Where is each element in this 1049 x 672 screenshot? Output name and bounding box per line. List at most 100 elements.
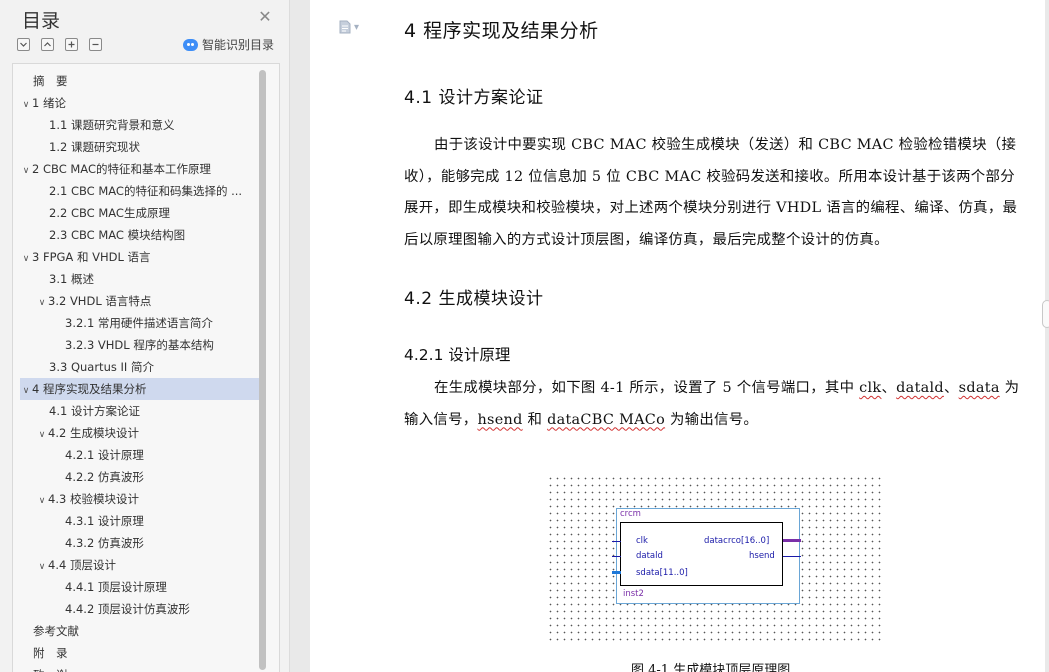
plus-icon bbox=[68, 41, 75, 48]
expand-all-button[interactable] bbox=[17, 38, 30, 51]
wire-clk bbox=[612, 541, 621, 542]
paragraph-menu-icon[interactable]: ▾ bbox=[339, 20, 359, 34]
toc-item[interactable]: 2.2 CBC MAC生成原理 bbox=[20, 202, 260, 224]
toc-item-label: 附 录 bbox=[33, 646, 68, 660]
text-run: 在生成模块部分，如下图 4-1 所示，设置了 5 个信号端口，其中 bbox=[434, 380, 860, 396]
toc-item[interactable]: ∨ 4.3 校验模块设计 bbox=[20, 488, 260, 510]
toc-item[interactable]: ∨ 1 绪论 bbox=[20, 92, 260, 114]
toc-item-label: 4.3.2 仿真波形 bbox=[65, 536, 144, 550]
toc-item[interactable]: 4.4.2 顶层设计仿真波形 bbox=[20, 598, 260, 620]
toc-item[interactable]: ∨ 3.2 VHDL 语言特点 bbox=[20, 290, 260, 312]
toc-item-label: 1.2 课题研究现状 bbox=[49, 140, 140, 154]
toc-item[interactable]: 4.3.2 仿真波形 bbox=[20, 532, 260, 554]
remove-heading-button[interactable] bbox=[89, 38, 102, 51]
spellcheck-word: clk bbox=[859, 380, 882, 396]
toc-item[interactable]: 致 谢 bbox=[20, 664, 260, 672]
toc-item[interactable]: 2.3 CBC MAC 模块结构图 bbox=[20, 224, 260, 246]
smart-toc-button[interactable]: 智能识别目录 bbox=[183, 36, 274, 53]
bus-sdata bbox=[612, 571, 621, 574]
app-window: 目录 ✕ 智能识别目录 摘 要 ∨ 1 绪论 1.1 课题研究背景和意义 1.2 课题研… bbox=[0, 0, 1049, 672]
toc-item-label: 4.4 顶层设计 bbox=[48, 558, 116, 572]
toc-item[interactable]: 3.1 概述 bbox=[20, 268, 260, 290]
text-run: 、 bbox=[943, 380, 959, 396]
toc-item[interactable]: 参考文献 bbox=[20, 620, 260, 642]
toc-item[interactable]: 附 录 bbox=[20, 642, 260, 664]
symbol-instance-label: crcm bbox=[620, 509, 641, 519]
toc-item[interactable]: 4.4.1 顶层设计原理 bbox=[20, 576, 260, 598]
section-heading-4-2: 4.2 生成模块设计 bbox=[404, 289, 544, 309]
toc-item[interactable]: 4.2.2 仿真波形 bbox=[20, 466, 260, 488]
toc-item[interactable]: 3.2.3 VHDL 程序的基本结构 bbox=[20, 334, 260, 356]
section-heading-4-1: 4.1 设计方案论证 bbox=[404, 88, 544, 108]
spellcheck-word: hsend bbox=[477, 411, 523, 428]
toc-item-label: 4.3 校验模块设计 bbox=[48, 492, 139, 506]
ai-assistant-icon bbox=[183, 38, 198, 51]
toc-item-label: 4.2 生成模块设计 bbox=[48, 426, 139, 440]
side-panel-handle[interactable] bbox=[1042, 300, 1049, 328]
chevron-up-icon bbox=[44, 42, 51, 47]
toc-item-label: 2.1 CBC MAC的特征和码集选择的 ... bbox=[49, 184, 243, 198]
toc-item[interactable]: 4.1 设计方案论证 bbox=[20, 400, 260, 422]
symbol-instance-name: inst2 bbox=[623, 589, 644, 599]
output-port-hsend: hsend bbox=[749, 551, 775, 561]
toc-scrollbar[interactable] bbox=[259, 70, 266, 670]
toc-item[interactable]: 摘 要 bbox=[20, 70, 260, 92]
chevron-down-icon[interactable]: ∨ bbox=[36, 556, 48, 576]
toc-item-label: 3.2.3 VHDL 程序的基本结构 bbox=[65, 338, 214, 352]
toc-item-label: 4 程序实现及结果分析 bbox=[32, 382, 147, 396]
toc-item-label: 2.2 CBC MAC生成原理 bbox=[49, 206, 170, 220]
toc-item[interactable]: ∨ 2 CBC MAC的特征和基本工作原理 bbox=[20, 158, 260, 180]
input-port-datald: datald bbox=[636, 551, 663, 561]
toc-item[interactable]: ∨ 4.4 顶层设计 bbox=[20, 554, 260, 576]
toc-item[interactable]: ∨ 4.2 生成模块设计 bbox=[20, 422, 260, 444]
toc-item-label: 3.3 Quartus II 简介 bbox=[49, 360, 154, 374]
toc-item[interactable]: 4.2.1 设计原理 bbox=[20, 444, 260, 466]
toc-toolbar bbox=[17, 38, 102, 52]
chevron-down-icon[interactable]: ∨ bbox=[36, 292, 48, 312]
chevron-down-icon[interactable]: ∨ bbox=[20, 160, 32, 180]
toc-item-label: 参考文献 bbox=[33, 624, 79, 638]
output-port-datacrco: datacrco[16..0] bbox=[704, 536, 770, 546]
chevron-down-icon[interactable]: ∨ bbox=[20, 94, 32, 114]
toc-item[interactable]: 3.3 Quartus II 简介 bbox=[20, 356, 260, 378]
toc-item-label: 4.2.2 仿真波形 bbox=[65, 470, 144, 484]
toc-item-label: 4.2.1 设计原理 bbox=[65, 448, 144, 462]
toc-item[interactable]: 1.1 课题研究背景和意义 bbox=[20, 114, 260, 136]
toc-item[interactable]: ∨ 3 FPGA 和 VHDL 语言 bbox=[20, 246, 260, 268]
spellcheck-word: sdata bbox=[958, 380, 1000, 396]
toc-item-label: 2 CBC MAC的特征和基本工作原理 bbox=[32, 162, 211, 176]
toc-item[interactable]: 2.1 CBC MAC的特征和码集选择的 ... bbox=[20, 180, 260, 202]
toc-item-label: 3.2 VHDL 语言特点 bbox=[48, 294, 152, 308]
toc-item[interactable]: 3.2.1 常用硬件描述语言简介 bbox=[20, 312, 260, 334]
toc-item-label: 1 绪论 bbox=[32, 96, 66, 110]
input-port-sdata: sdata[11..0] bbox=[636, 568, 688, 578]
toc-item[interactable]: ∨ 4 程序实现及结果分析 bbox=[20, 378, 260, 400]
toc-item[interactable]: 1.2 课题研究现状 bbox=[20, 136, 260, 158]
chevron-down-icon[interactable]: ∨ bbox=[20, 380, 32, 400]
minus-icon bbox=[92, 43, 99, 46]
toc-item-label: 3 FPGA 和 VHDL 语言 bbox=[32, 250, 151, 264]
chevron-down-icon[interactable]: ∨ bbox=[36, 424, 48, 444]
toc-panel: 目录 ✕ 智能识别目录 摘 要 ∨ 1 绪论 1.1 课题研究背景和意义 1.2 课题研… bbox=[0, 0, 290, 672]
chevron-down-icon bbox=[20, 42, 27, 47]
toc-title: 目录 bbox=[22, 10, 61, 32]
toc-item-label: 4.4.2 顶层设计仿真波形 bbox=[65, 602, 190, 616]
close-icon[interactable]: ✕ bbox=[257, 9, 273, 25]
spellcheck-word: dataCBC MACo bbox=[547, 411, 666, 428]
spellcheck-word: datald bbox=[896, 380, 944, 396]
toc-item-label: 4.1 设计方案论证 bbox=[49, 404, 140, 418]
chapter-heading: 4 程序实现及结果分析 bbox=[404, 20, 599, 42]
chevron-down-icon[interactable]: ∨ bbox=[36, 490, 48, 510]
toc-item-label: 3.1 概述 bbox=[49, 272, 94, 286]
toc-item-label: 摘 要 bbox=[33, 74, 68, 88]
text-run: 和 bbox=[522, 411, 548, 428]
add-heading-button[interactable] bbox=[65, 38, 78, 51]
section-4-1-paragraph: 由于该设计中要实现 CBC MAC 校验生成模块（发送）和 CBC MAC 检验… bbox=[404, 137, 1018, 248]
toc-item-label: 致 谢 bbox=[33, 668, 68, 672]
toc-item[interactable]: 4.3.1 设计原理 bbox=[20, 510, 260, 532]
input-port-clk: clk bbox=[636, 536, 648, 546]
collapse-all-button[interactable] bbox=[41, 38, 54, 51]
section-4-2-1-paragraph: 在生成模块部分，如下图 4-1 所示，设置了 5 个信号端口，其中 clk、da… bbox=[404, 373, 1026, 436]
toc-item-label: 2.3 CBC MAC 模块结构图 bbox=[49, 228, 186, 242]
chevron-down-icon[interactable]: ∨ bbox=[20, 248, 32, 268]
